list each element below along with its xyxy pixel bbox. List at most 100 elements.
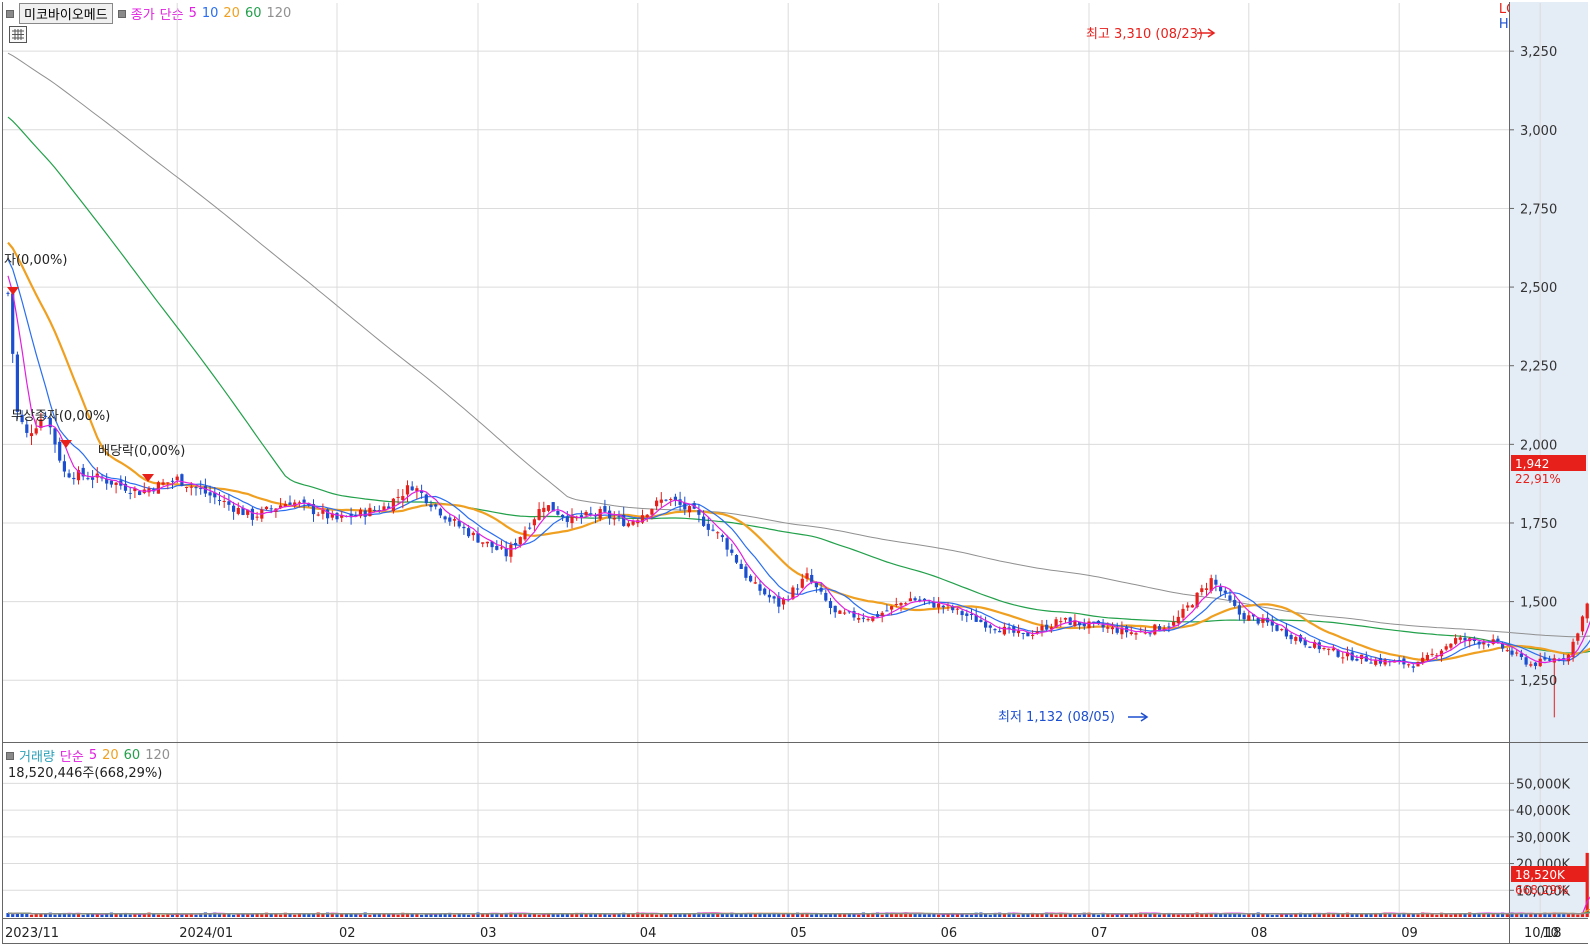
volume-bar <box>1162 914 1166 917</box>
candle-body <box>1496 638 1500 642</box>
candle-body <box>1444 646 1448 650</box>
date-axis-label: 07 <box>1091 926 1108 941</box>
volume-bar <box>1303 914 1307 917</box>
candle-body <box>1524 657 1528 665</box>
volume-tick-label: 40,000K <box>1516 804 1570 819</box>
candle-body <box>91 477 95 480</box>
candle-body <box>1576 633 1580 641</box>
candle-body <box>326 509 330 519</box>
volume-tick-label: 30,000K <box>1516 831 1570 846</box>
candle-body <box>1101 624 1105 628</box>
volume-bar <box>565 914 569 917</box>
candle-body <box>767 594 771 598</box>
ma20-path <box>7 241 1590 662</box>
candle-body <box>1463 637 1467 641</box>
volume-bar <box>1181 914 1185 917</box>
candle-body <box>890 606 894 610</box>
high-label: 최고 3,310 (08/23) <box>1086 27 1203 42</box>
candle-body <box>908 598 912 602</box>
volume-bar <box>358 914 363 917</box>
volume-bar <box>763 913 767 917</box>
candle-body <box>443 516 447 520</box>
volume-bar <box>777 913 781 917</box>
candle-body <box>269 508 273 510</box>
volume-bar <box>81 914 85 917</box>
candle-body <box>1087 621 1091 629</box>
candle-body <box>462 526 466 529</box>
volume-bar <box>368 914 372 917</box>
volume-bar <box>1472 914 1476 917</box>
candle-body <box>899 602 903 606</box>
volume-bar <box>922 914 927 917</box>
candle-body <box>904 603 908 605</box>
candle-body <box>429 504 433 508</box>
chart-window: { "legend": { "stock_name": "미코바이오메드", "… <box>0 0 1590 945</box>
candle-body <box>504 548 508 557</box>
volume-ma-path <box>7 908 1590 915</box>
volume-bar <box>969 914 974 917</box>
candle-body <box>1082 623 1086 627</box>
volume-bar <box>373 914 377 917</box>
candle-body <box>1355 658 1359 661</box>
candle-body <box>749 575 753 582</box>
candle-body <box>772 596 776 599</box>
volume-bar <box>391 914 395 917</box>
volume-bar <box>335 914 339 917</box>
volume-bar <box>72 913 76 917</box>
candle-body <box>438 508 442 516</box>
candle-body <box>161 482 165 485</box>
candle-body <box>796 588 800 590</box>
date-axis-label: 09 <box>1401 926 1418 941</box>
volume-bar <box>161 914 165 917</box>
candle-body <box>1110 627 1115 630</box>
candle-body <box>866 619 870 621</box>
price-tick-label: 3,000 <box>1520 124 1557 139</box>
candle-body <box>208 492 212 496</box>
volume-bar <box>269 913 273 917</box>
volume-bar <box>434 914 438 917</box>
volume-bar <box>166 914 170 917</box>
date-axis-label: 02 <box>339 926 356 941</box>
candle-body <box>697 510 701 515</box>
candle-body <box>758 584 762 591</box>
candle-body <box>1228 595 1232 601</box>
volume-bar <box>1430 914 1434 917</box>
candle-body <box>1280 629 1284 631</box>
candle-body <box>495 545 499 550</box>
candle-body <box>58 441 62 461</box>
candle-body <box>725 538 729 550</box>
candle-body <box>180 474 184 486</box>
candle-body <box>1543 657 1547 660</box>
volume-bar <box>420 914 424 917</box>
volume-bar <box>941 914 945 917</box>
candle-body <box>626 523 630 527</box>
candle-body <box>1529 664 1533 666</box>
volume-bar <box>673 914 677 917</box>
candle-body <box>481 542 485 544</box>
ma-10-line <box>7 259 1590 664</box>
candle-body <box>1237 605 1241 615</box>
date-axis-label: 08 <box>1251 926 1268 941</box>
candle-body <box>67 473 71 478</box>
candle-body <box>1153 624 1157 635</box>
price-tick-label: 1,500 <box>1520 596 1557 611</box>
candle-body <box>1458 637 1462 640</box>
candle-body <box>1021 632 1025 634</box>
candle-body <box>485 541 489 544</box>
candle-body <box>1242 613 1246 620</box>
volume-bar <box>593 914 598 917</box>
volume-bar <box>396 914 400 917</box>
volume-bar <box>659 914 663 917</box>
ma-5-line <box>7 275 1590 665</box>
volume-bar <box>838 913 842 917</box>
candle-body <box>730 549 734 553</box>
candle-body <box>1040 625 1044 631</box>
candle-body <box>264 506 269 510</box>
candle-body <box>1200 588 1204 592</box>
candle-body <box>1106 627 1110 629</box>
date-axis-label: 2023/11 <box>5 926 59 941</box>
event-label-2: 무상증자(0,00%) <box>11 409 110 424</box>
volume-bar <box>1416 914 1420 917</box>
candle-body <box>706 523 710 530</box>
candle-body <box>316 514 320 516</box>
